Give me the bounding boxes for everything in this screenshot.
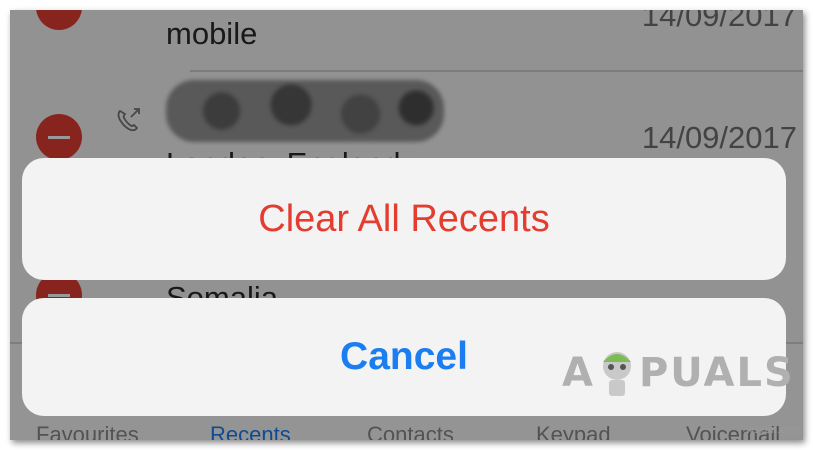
clear-all-recents-button[interactable]: Clear All Recents <box>22 158 786 280</box>
cancel-label: Cancel <box>340 335 468 378</box>
mascot-icon <box>602 352 631 396</box>
source-credit: wsxdn.com <box>745 424 801 436</box>
watermark-wordmark: PUALS <box>638 350 795 396</box>
watermark-letter: A <box>562 350 595 396</box>
clear-all-recents-label: Clear All Recents <box>258 197 550 240</box>
appuals-watermark-logo: A PUALS <box>562 348 795 398</box>
